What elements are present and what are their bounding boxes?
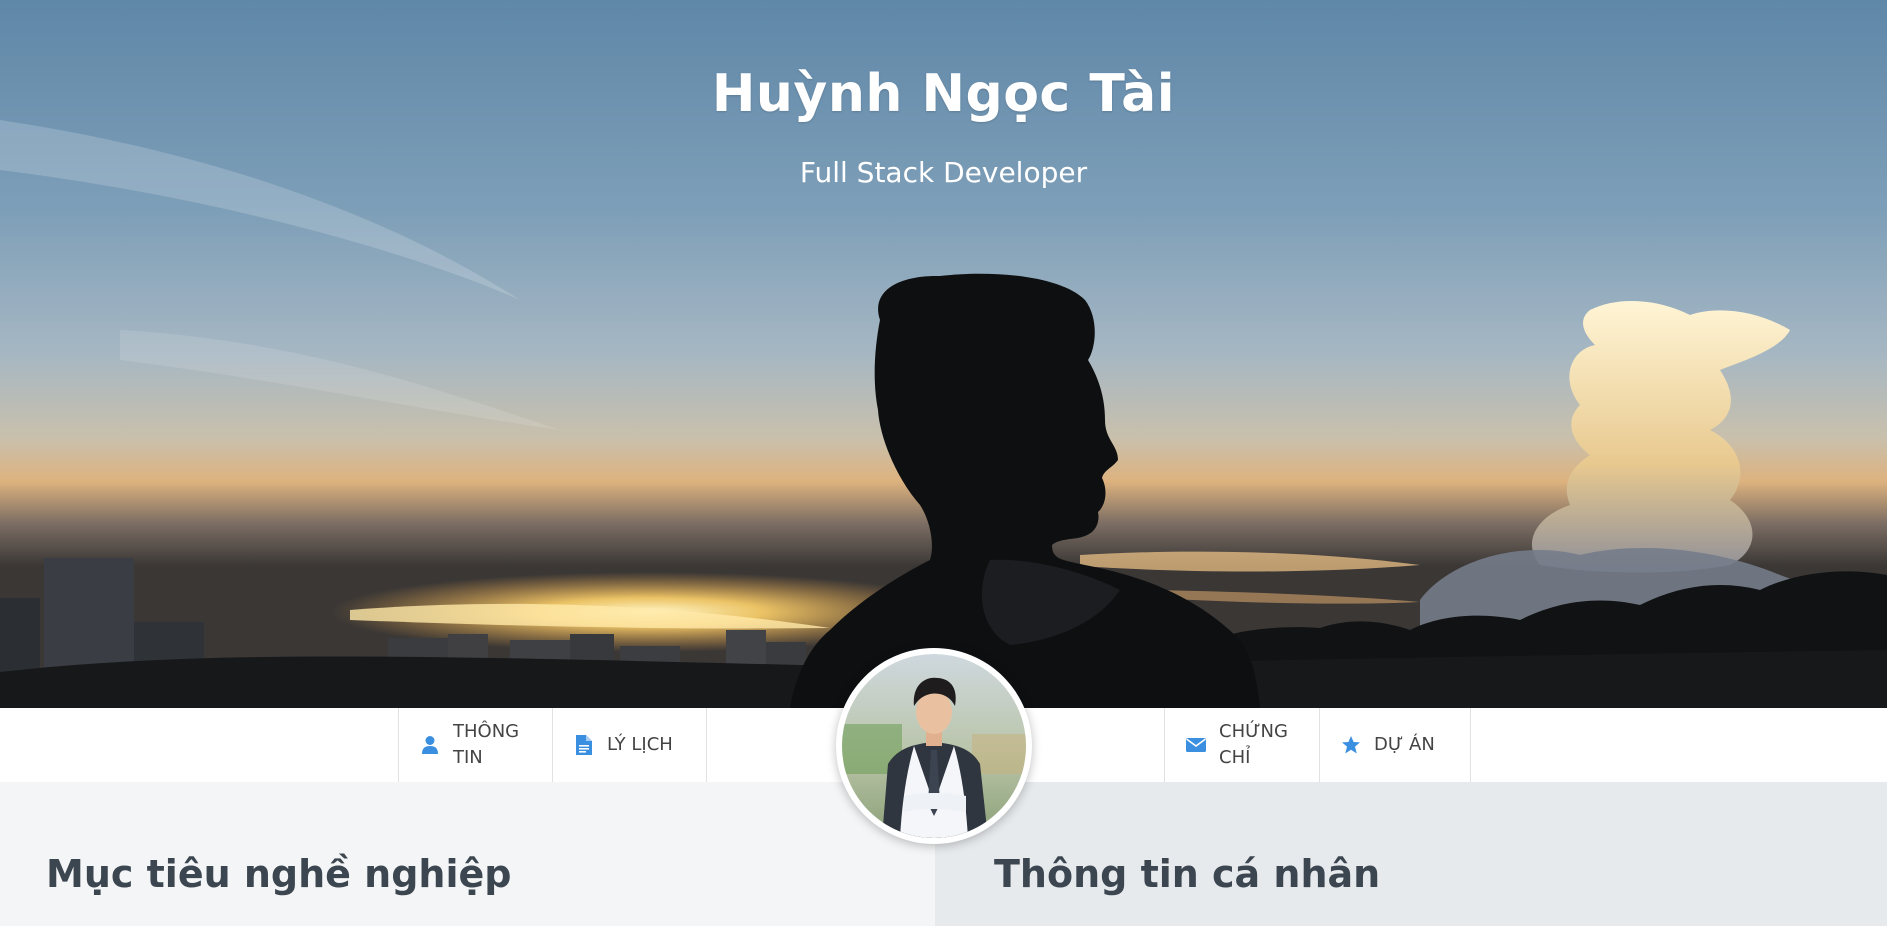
hero-banner: Huỳnh Ngọc Tài Full Stack Developer bbox=[0, 0, 1887, 708]
nav-label: DỰ ÁN bbox=[1374, 734, 1435, 755]
user-icon bbox=[419, 734, 441, 756]
nav-spacer-left bbox=[706, 708, 856, 782]
avatar-photo bbox=[842, 654, 1026, 838]
hero-role-subtitle: Full Stack Developer bbox=[799, 156, 1088, 189]
nav-label: THÔNG TIN bbox=[453, 721, 520, 768]
star-icon bbox=[1340, 734, 1362, 756]
document-icon bbox=[573, 734, 595, 756]
nav-item-thong-tin[interactable]: THÔNG TIN bbox=[398, 708, 552, 782]
personal-info-heading: Thông tin cá nhân bbox=[994, 852, 1381, 896]
nav-label: CHỨNG CHỈ bbox=[1219, 721, 1288, 768]
nav-item-ly-lich[interactable]: LÝ LỊCH bbox=[552, 708, 706, 782]
profile-avatar bbox=[836, 648, 1032, 844]
nav-item-du-an[interactable]: DỰ ÁN bbox=[1319, 708, 1471, 782]
nav-label: LÝ LỊCH bbox=[607, 734, 673, 755]
envelope-icon bbox=[1185, 734, 1207, 756]
nav-item-chung-chi[interactable]: CHỨNG CHỈ bbox=[1164, 708, 1319, 782]
career-goal-heading: Mục tiêu nghề nghiệp bbox=[46, 852, 512, 896]
hero-name-title: Huỳnh Ngọc Tài bbox=[711, 64, 1176, 124]
